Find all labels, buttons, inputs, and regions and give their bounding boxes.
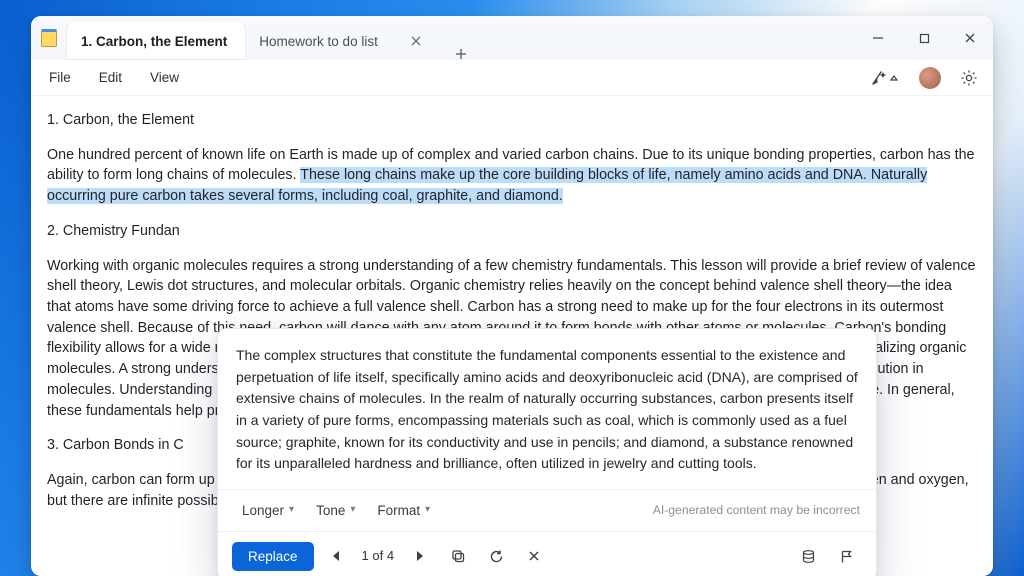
format-control[interactable]: Format▾ [369,496,438,526]
settings-button[interactable] [955,64,983,92]
rewrite-suggestion: The complex structures that constitute t… [218,329,876,490]
titlebar: 1. Carbon, the Element Homework to do li… [31,16,993,60]
notepad-window: 1. Carbon, the Element Homework to do li… [31,16,993,576]
tab-strip: 1. Carbon, the Element Homework to do li… [61,16,855,60]
chevron-down-icon: ▾ [425,503,430,518]
ai-disclaimer: AI-generated content may be incorrect [653,502,860,520]
copy-button[interactable] [442,540,474,572]
chevron-down-icon: ▾ [289,503,294,518]
paragraph-1: One hundred percent of known life on Ear… [47,145,977,207]
rewrite-options-row: Longer▾ Tone▾ Format▾ AI-generated conte… [218,490,876,532]
minimize-button[interactable] [855,16,901,60]
chevron-down-icon: ▾ [350,503,355,518]
app-icon [37,16,61,60]
maximize-button[interactable] [901,16,947,60]
menu-edit[interactable]: Edit [85,64,136,91]
user-avatar[interactable] [919,67,941,89]
new-tab-button[interactable] [444,48,478,60]
next-suggestion-button[interactable] [404,540,436,572]
tab-label: Homework to do list [259,34,378,49]
heading-1: 1. Carbon, the Element [47,110,977,131]
tab-active[interactable]: 1. Carbon, the Element [67,22,245,60]
document-area[interactable]: 1. Carbon, the Element One hundred perce… [31,96,993,576]
toolbar-right [865,64,983,92]
menu-file[interactable]: File [35,64,85,91]
prev-suggestion-button[interactable] [320,540,352,572]
flag-icon[interactable] [830,540,862,572]
menu-view[interactable]: View [136,64,193,91]
length-control[interactable]: Longer▾ [234,496,302,526]
regenerate-button[interactable] [480,540,512,572]
suggestion-counter: 1 of 4 [358,547,399,566]
tab-label: 1. Carbon, the Element [81,34,227,49]
close-popup-button[interactable] [518,540,550,572]
close-window-button[interactable] [947,16,993,60]
ai-rewrite-button[interactable] [865,64,905,92]
database-icon[interactable] [792,540,824,572]
close-tab-icon[interactable] [406,31,426,51]
tone-control[interactable]: Tone▾ [308,496,363,526]
menubar: File Edit View [31,60,993,96]
replace-button[interactable]: Replace [232,542,314,571]
heading-2: 2. Chemistry Fundan [47,221,977,242]
tab-inactive[interactable]: Homework to do list [245,22,444,60]
notepad-icon [41,29,57,47]
rewrite-popup: The complex structures that constitute t… [217,328,877,576]
window-controls [855,16,993,60]
rewrite-footer: Replace 1 of 4 [218,532,876,576]
